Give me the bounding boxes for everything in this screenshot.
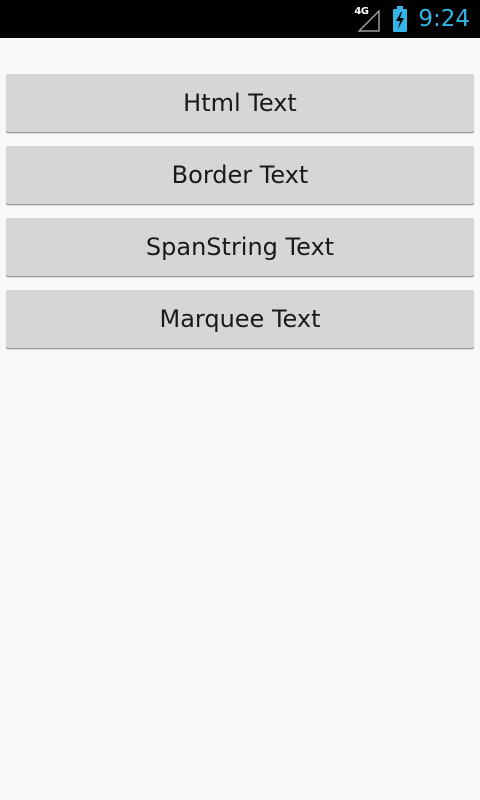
status-icons: 4G 9:24 xyxy=(354,0,470,38)
main-content: Html Text Border Text SpanString Text Ma… xyxy=(0,38,480,800)
border-text-button[interactable]: Border Text xyxy=(6,146,474,204)
status-clock: 9:24 xyxy=(418,6,470,32)
signal-icon xyxy=(358,10,381,32)
battery-charging-icon xyxy=(393,6,408,32)
status-bar: 4G 9:24 xyxy=(0,0,480,38)
spanstring-text-button[interactable]: SpanString Text xyxy=(6,218,474,276)
html-text-button[interactable]: Html Text xyxy=(6,74,474,132)
marquee-text-button[interactable]: Marquee Text xyxy=(6,290,474,348)
signal-indicator: 4G xyxy=(354,4,384,34)
